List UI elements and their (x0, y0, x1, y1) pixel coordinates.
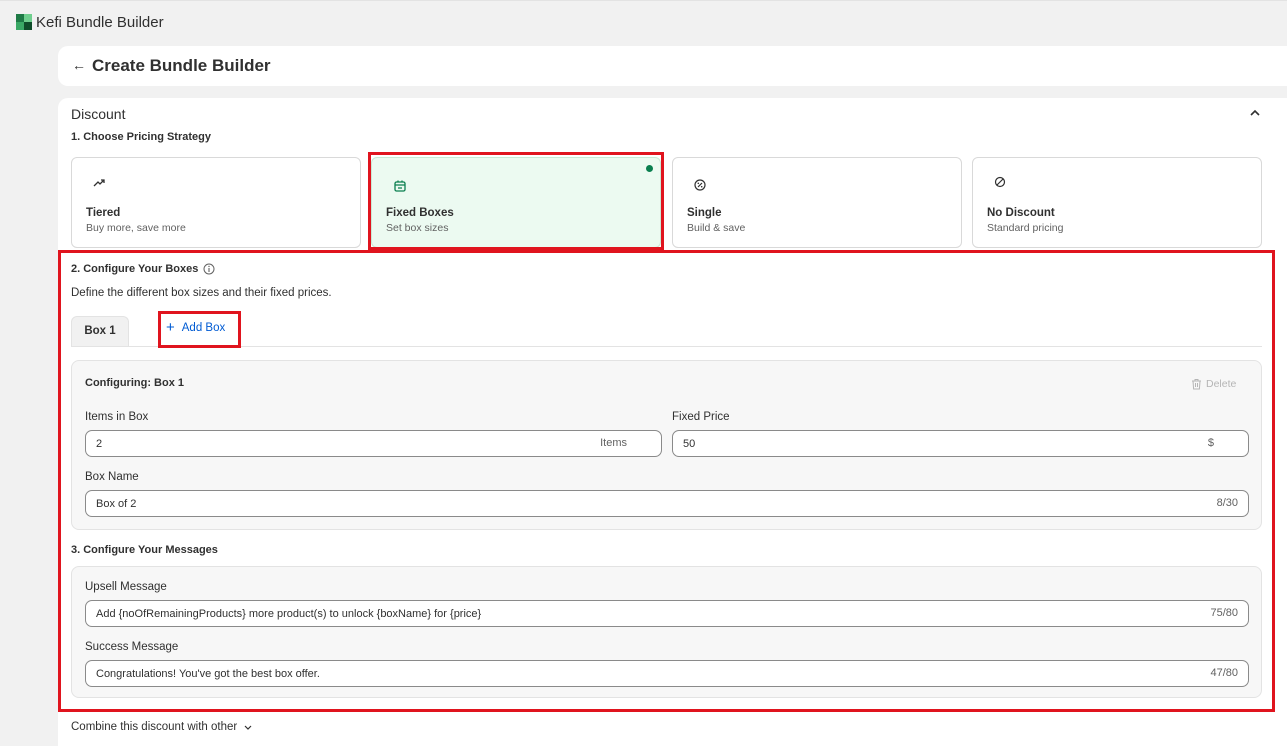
badge-icon (694, 179, 706, 191)
chevron-down-icon (244, 725, 252, 730)
strategy-card-single[interactable]: Single Build & save (672, 157, 962, 248)
page-title: Create Bundle Builder (92, 56, 271, 75)
strategy-desc: Build & save (687, 222, 746, 234)
trending-up-icon (93, 179, 105, 187)
discount-section-title: Discount (71, 106, 126, 122)
strategy-desc: Standard pricing (987, 222, 1064, 234)
strategy-name: No Discount (987, 207, 1055, 219)
step1-title: 1. Choose Pricing Strategy (71, 131, 211, 143)
strategy-name: Single (687, 207, 722, 219)
app-logo-icon (16, 14, 32, 30)
combine-discount-toggle[interactable]: Combine this discount with other (71, 721, 253, 733)
strategy-card-tiered[interactable]: Tiered Buy more, save more (71, 157, 361, 248)
combine-label: Combine this discount with other (71, 721, 238, 733)
highlight-configure-section (58, 250, 1275, 712)
highlight-fixed-boxes (368, 152, 664, 250)
chevron-up-icon[interactable] (1249, 107, 1261, 119)
top-bar (0, 0, 1287, 46)
slash-circle-icon (994, 176, 1006, 188)
arrow-left-icon[interactable]: ← (72, 58, 86, 72)
app-title: Kefi Bundle Builder (36, 14, 164, 31)
strategy-card-no-discount[interactable]: No Discount Standard pricing (972, 157, 1262, 248)
strategy-name: Tiered (86, 207, 121, 219)
strategy-desc: Buy more, save more (86, 222, 186, 234)
